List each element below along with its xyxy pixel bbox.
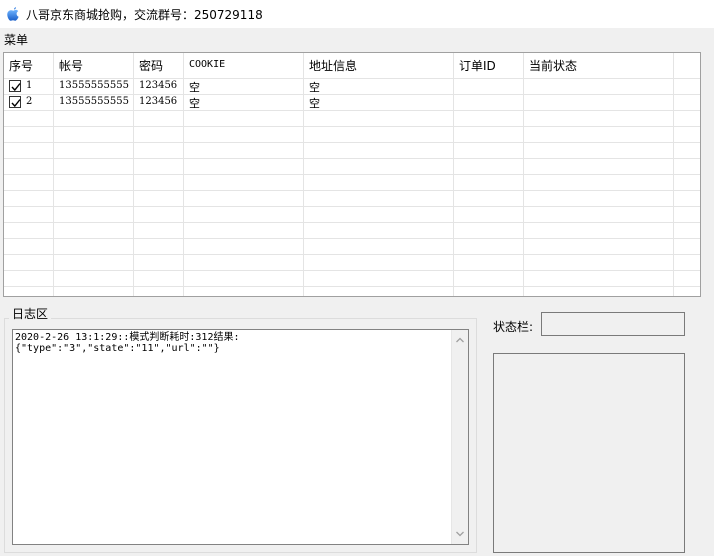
empty-row [4, 238, 700, 254]
side-panel [493, 353, 685, 553]
empty-row [4, 206, 700, 222]
address-cell: 空 [304, 79, 454, 94]
checkmark-icon [11, 83, 21, 92]
row-index: 2 [26, 96, 33, 107]
password-cell: 123456 [134, 95, 184, 110]
column-divider [523, 110, 524, 296]
row-index-cell: 1 [4, 79, 54, 94]
account-cell: 13555555555 [54, 79, 134, 94]
accounts-grid[interactable]: 序号 帐号 密码 COOKIE 地址信息 订单ID 当前状态 1 1355555… [3, 52, 701, 297]
log-textarea[interactable]: 2020-2-26 13:1:29::模式判断耗时:312结果: {"type"… [12, 329, 469, 545]
cookie-cell: 空 [184, 79, 304, 94]
empty-row [4, 286, 700, 296]
column-header-cookie[interactable]: COOKIE [184, 53, 304, 78]
menu-item-caidan[interactable]: 菜单 [4, 31, 28, 48]
column-divider [453, 110, 454, 296]
column-header-address[interactable]: 地址信息 [304, 53, 454, 78]
apple-icon [7, 7, 19, 21]
column-header-status[interactable]: 当前状态 [524, 53, 674, 78]
empty-row [4, 190, 700, 206]
empty-row [4, 110, 700, 126]
title-bar: 八哥京东商城抢购，交流群号：250729118 [0, 0, 714, 28]
log-group-title: 日志区 [9, 305, 52, 322]
table-row[interactable]: 2 13555555555 123456 空 空 [4, 94, 700, 110]
empty-row [4, 174, 700, 190]
status-label: 状态栏: [493, 320, 534, 334]
account-cell: 13555555555 [54, 95, 134, 110]
empty-row [4, 222, 700, 238]
column-divider [133, 110, 134, 296]
window-title: 八哥京东商城抢购，交流群号：250729118 [26, 8, 263, 22]
table-row[interactable]: 1 13555555555 123456 空 空 [4, 78, 700, 94]
column-divider [673, 110, 674, 296]
log-content: 2020-2-26 13:1:29::模式判断耗时:312结果: {"type"… [15, 332, 240, 354]
column-header-order-id[interactable]: 订单ID [454, 53, 524, 78]
column-header-account[interactable]: 帐号 [54, 53, 134, 78]
address-cell: 空 [304, 95, 454, 110]
empty-row [4, 126, 700, 142]
row-checkbox[interactable] [9, 80, 21, 92]
column-header-index[interactable]: 序号 [4, 53, 54, 78]
grid-header: 序号 帐号 密码 COOKIE 地址信息 订单ID 当前状态 [4, 53, 700, 78]
row-checkbox[interactable] [9, 96, 21, 108]
scroll-down-icon[interactable] [454, 528, 466, 540]
checkmark-icon [11, 99, 21, 108]
empty-row [4, 270, 700, 286]
cookie-cell: 空 [184, 95, 304, 110]
column-divider [183, 110, 184, 296]
empty-row [4, 254, 700, 270]
empty-row [4, 142, 700, 158]
log-scrollbar[interactable] [451, 330, 468, 544]
status-cell [524, 95, 674, 110]
password-cell: 123456 [134, 79, 184, 94]
row-index: 1 [26, 80, 33, 91]
row-index-cell: 2 [4, 95, 54, 110]
empty-row [4, 158, 700, 174]
order-id-cell [454, 95, 524, 110]
order-id-cell [454, 79, 524, 94]
column-header-password[interactable]: 密码 [134, 53, 184, 78]
status-field [541, 312, 685, 336]
scroll-up-icon[interactable] [454, 334, 466, 346]
column-divider [303, 110, 304, 296]
status-cell [524, 79, 674, 94]
column-divider [53, 110, 54, 296]
